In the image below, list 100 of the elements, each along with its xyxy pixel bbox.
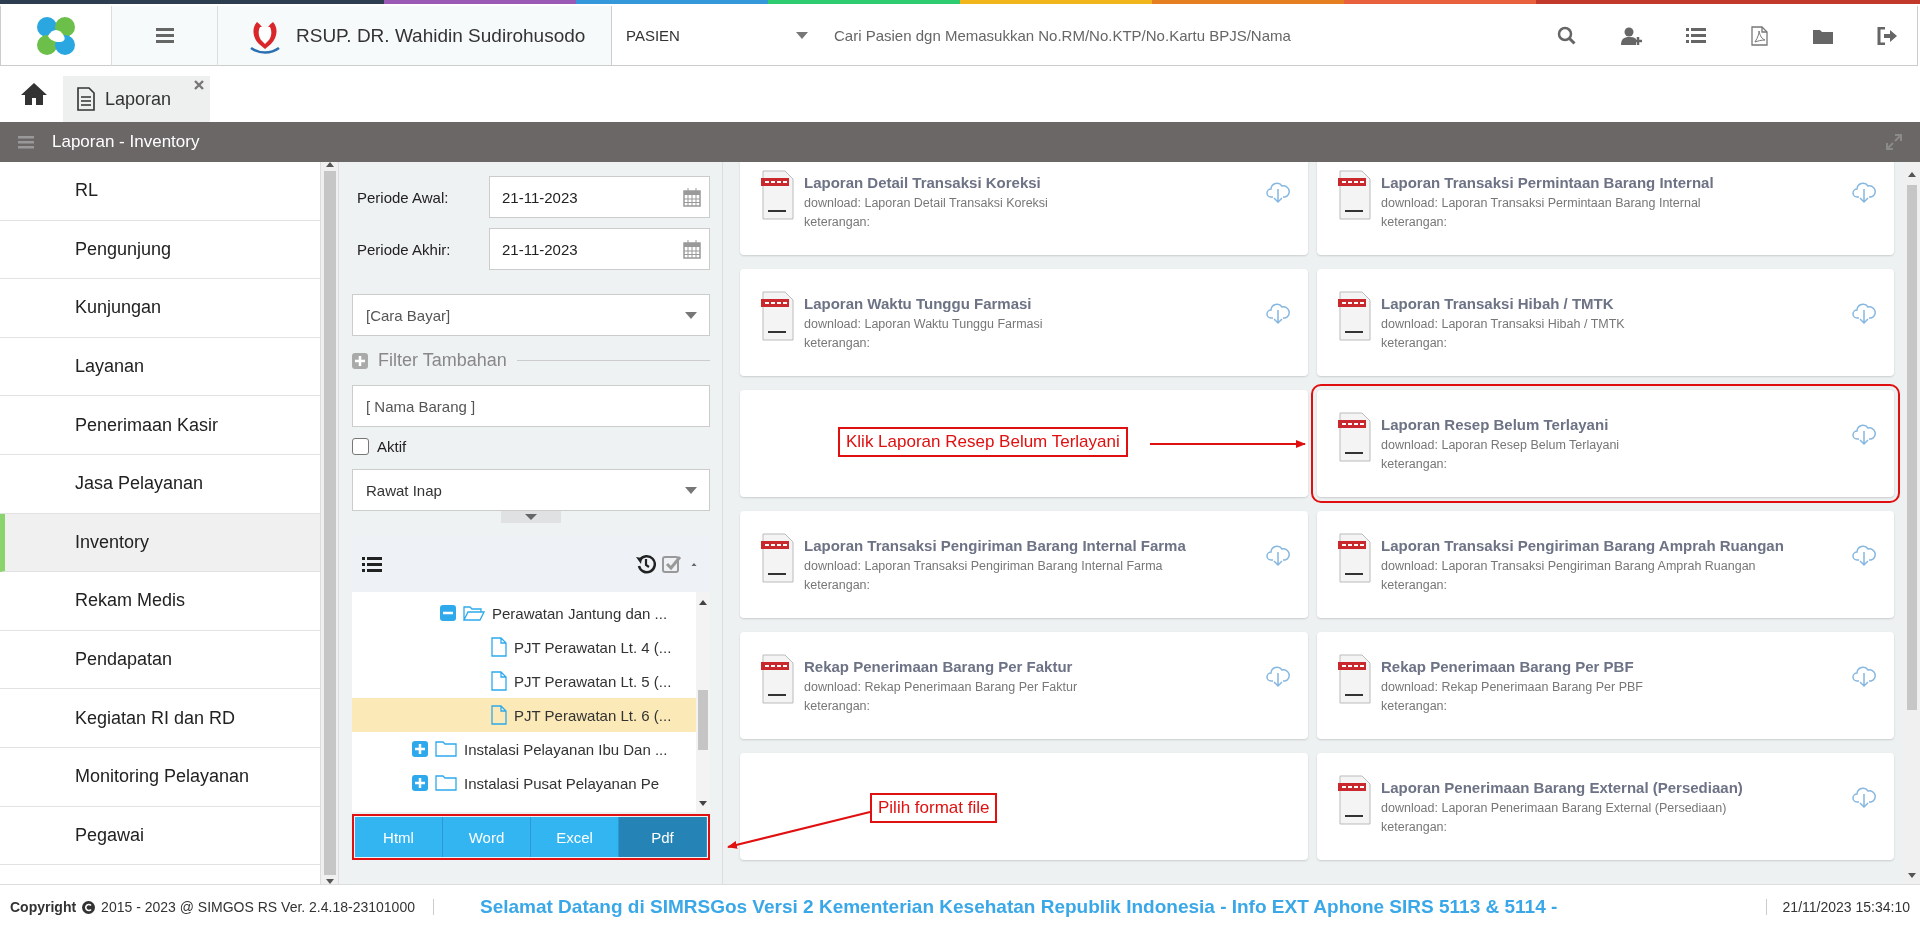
caret-icon [325, 879, 334, 884]
tree-node[interactable]: PJT Perawatan Lt. 4 (... [352, 630, 696, 664]
scrollbar[interactable] [321, 162, 338, 884]
report-download-text: download: Laporan Waktu Tunggu Farmasi [804, 317, 1044, 331]
list-icon[interactable] [362, 555, 382, 573]
caret-icon [796, 32, 808, 39]
tree-node[interactable]: Perawatan Jantung dan ... [352, 596, 696, 630]
file-icon [491, 671, 507, 691]
tree-node[interactable]: PJT Perawatan Lt. 5 (... [352, 664, 696, 698]
cloud-download-icon[interactable] [1852, 301, 1876, 325]
report-download-text: download: Laporan Transaksi Pengiriman Barang Amprah Ruangan [1381, 559, 1757, 573]
search-icon[interactable] [1557, 25, 1577, 46]
report-title: Laporan Transaksi Permintaan Barang Internal [1381, 174, 1715, 191]
report-download-text: download: Laporan Penerimaan Barang External (Persediaan) [1381, 801, 1728, 815]
report-title: Laporan Transaksi Hibah / TMTK [1381, 295, 1615, 312]
report-card[interactable]: Laporan Transaksi Permintaan Barang Internal download: Laporan Transaksi Permintaan Barang Internal keterangan: [1317, 162, 1894, 255]
pdf-file-icon [1337, 533, 1371, 583]
report-card[interactable]: Laporan Transaksi Pengiriman Barang Amprah Ruangan download: Laporan Transaksi Pengiriman Barang Amprah Ruangan keterangan: [1317, 511, 1894, 618]
plus-icon[interactable] [352, 352, 368, 369]
cloud-download-icon[interactable] [1266, 180, 1290, 204]
annotation-label: Pilih format file [870, 793, 998, 823]
checkbox[interactable] [352, 437, 369, 455]
pdf-file-icon[interactable] [1750, 25, 1769, 46]
report-note: keterangan: [804, 578, 872, 592]
cloud-download-icon[interactable] [1852, 785, 1876, 809]
caret-icon [699, 801, 707, 806]
plus-icon[interactable] [412, 741, 428, 757]
report-title: Laporan Transaksi Pengiriman Barang Amprah Ruangan [1381, 537, 1785, 554]
cloud-download-icon[interactable] [1266, 543, 1290, 567]
page-title: Laporan - Inventory [52, 132, 201, 152]
pdf-file-icon [1337, 775, 1371, 825]
copyright-icon [82, 900, 96, 914]
collapse-handle[interactable] [501, 511, 561, 523]
annotation-label: Klik Laporan Resep Belum Terlayani [838, 427, 1128, 457]
cloud-download-icon[interactable] [1852, 664, 1876, 688]
start-date-field[interactable]: 21-11-2023 [489, 176, 710, 218]
minus-icon[interactable] [440, 605, 456, 621]
tree-node[interactable]: Instalasi Pusat Pelayanan Pe [352, 766, 696, 800]
sidebar-item[interactable]: Inventory [0, 513, 320, 573]
marquee-text: Selamat Datang di SIMRSGos Versi 2 Kementerian Kesehatan Republik Indonesia - Info EXT Aphone SIRS 5113 & 5114 - [479, 896, 1559, 918]
history-icon[interactable] [636, 554, 656, 574]
payment-select[interactable]: [Cara Bayar] [352, 294, 710, 336]
tree-node[interactable]: Instalasi Pelayanan Ibu Dan ... [352, 732, 696, 766]
copyright-text: 2015 - 2023 @ SIMGOS RS Ver. 2.4.18-23101000 [101, 899, 415, 915]
report-note: keterangan: [1381, 215, 1449, 229]
cloud-download-icon[interactable] [1852, 180, 1876, 204]
section-label: Filter Tambahan [378, 350, 507, 371]
calendar-icon[interactable] [683, 187, 701, 207]
scrollbar-thumb[interactable] [698, 690, 708, 750]
close-icon[interactable] [194, 80, 204, 90]
report-card[interactable]: Laporan Penerimaan Barang External (Persediaan) download: Laporan Penerimaan Barang External (Persediaan) keterangan: [1317, 753, 1894, 860]
report-download-text: download: Laporan Transaksi Pengiriman Barang Internal Farma [804, 559, 1164, 573]
report-download-text: download: Laporan Detail Transaksi Koreksi [804, 196, 1049, 210]
cloud-download-icon[interactable] [1852, 422, 1876, 446]
report-card[interactable]: Laporan Detail Transaksi Koreksi download: Laporan Detail Transaksi Koreksi keterangan: [740, 162, 1308, 255]
cloud-download-icon[interactable] [1266, 301, 1290, 325]
caret-icon [699, 600, 707, 605]
scrollbar-thumb[interactable] [323, 171, 336, 875]
home-icon[interactable] [20, 82, 48, 106]
pdf-file-icon [760, 533, 794, 583]
report-card[interactable]: Rekap Penerimaan Barang Per PBF download: Rekap Penerimaan Barang Per PBF keterangan: [1317, 632, 1894, 739]
report-card[interactable]: Laporan Transaksi Pengiriman Barang Internal Farma download: Laporan Transaksi Pengiriman Barang Internal Farma keterangan: [740, 511, 1308, 618]
pdf-file-icon [760, 291, 794, 341]
folder-icon[interactable] [1813, 27, 1833, 44]
cloud-download-icon[interactable] [1852, 543, 1876, 567]
report-title: Laporan Detail Transaksi Koreksi [804, 174, 1042, 191]
report-note: keterangan: [1381, 457, 1449, 471]
tree-node[interactable]: PJT Perawatan Lt. 6 (... [352, 698, 696, 732]
field-label: Periode Awal: [357, 188, 450, 206]
document-icon [77, 87, 95, 111]
plus-icon[interactable] [412, 775, 428, 791]
format-button[interactable]: Pdf [619, 817, 707, 857]
report-note: keterangan: [804, 215, 872, 229]
expand-icon[interactable] [1886, 134, 1902, 150]
caret-icon [525, 514, 537, 520]
report-card[interactable]: Rekap Penerimaan Barang Per Faktur download: Rekap Penerimaan Barang Per Faktur keterangan: [740, 632, 1308, 739]
report-title: Laporan Penerimaan Barang External (Persediaan) [1381, 779, 1744, 796]
menu-icon[interactable] [155, 28, 174, 43]
report-card[interactable]: Laporan Transaksi Hibah / TMTK download: Laporan Transaksi Hibah / TMTK keterangan: [1317, 269, 1894, 376]
scrollbar[interactable] [696, 592, 710, 812]
calendar-icon[interactable] [683, 239, 701, 259]
report-note: keterangan: [804, 336, 872, 350]
report-title: Laporan Resep Belum Terlayani [1381, 416, 1610, 433]
care-type-select[interactable]: Rawat Inap [352, 469, 710, 511]
report-download-text: download: Laporan Transaksi Hibah / TMTK [1381, 317, 1626, 331]
file-icon [491, 705, 507, 725]
checkbox-icon[interactable] [662, 554, 682, 574]
report-card[interactable]: Laporan Waktu Tunggu Farmasi download: Laporan Waktu Tunggu Farmasi keterangan: [740, 269, 1308, 376]
report-tab[interactable]: Laporan [63, 76, 210, 122]
scrollbar-thumb[interactable] [1906, 185, 1917, 710]
item-name-field[interactable]: [ Nama Barang ] [352, 385, 710, 427]
copyright-label: Copyright [10, 899, 77, 915]
report-note: keterangan: [1381, 578, 1449, 592]
cloud-download-icon[interactable] [1266, 664, 1290, 688]
report-download-text: download: Rekap Penerimaan Barang Per PBF [1381, 680, 1644, 694]
sign-out-icon[interactable] [1877, 26, 1897, 45]
add-user-icon[interactable] [1621, 26, 1642, 45]
report-note: keterangan: [804, 699, 872, 713]
pdf-file-icon [1337, 170, 1371, 220]
end-date-field[interactable]: 21-11-2023 [489, 228, 710, 270]
